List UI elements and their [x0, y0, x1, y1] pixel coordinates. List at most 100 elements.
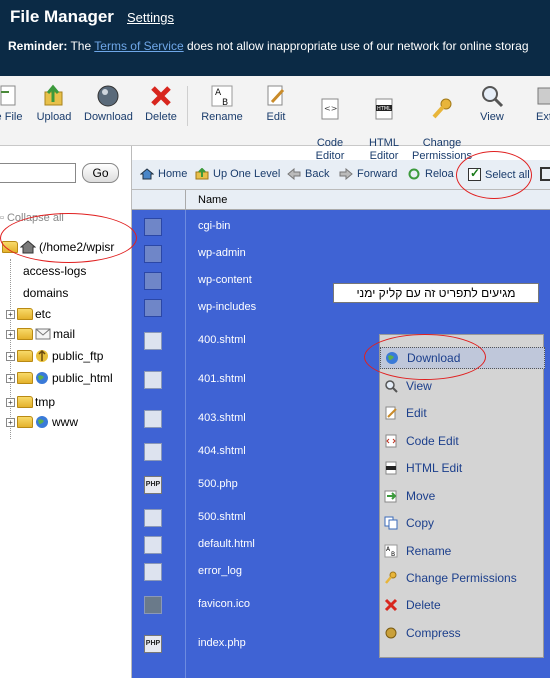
rename-button[interactable]: AB Rename [200, 84, 244, 124]
file-name: 401.shtml [198, 373, 246, 385]
menu-item-label: Move [406, 489, 436, 503]
unselect-all-button[interactable] [540, 167, 550, 181]
web-page-icon [144, 410, 162, 428]
expand-icon[interactable]: + [6, 329, 15, 339]
upload-icon [44, 84, 63, 106]
mail-icon [35, 328, 51, 340]
delete-button[interactable]: Delete [144, 84, 178, 124]
tree-item-etc[interactable]: + etc [6, 305, 51, 323]
menu-item-delete[interactable]: Delete [380, 594, 545, 616]
code-editor-icon: <> [321, 98, 339, 120]
toolbar-label: e File [0, 111, 23, 123]
up-one-level-label: Up One Level [213, 168, 281, 180]
web-page-icon [144, 509, 162, 527]
settings-link[interactable]: Settings [127, 10, 174, 25]
edit-icon [383, 405, 399, 421]
file-name: 403.shtml [198, 412, 246, 424]
menu-item-label: Delete [406, 598, 441, 612]
tree-item-access-logs[interactable]: access-logs [23, 262, 86, 280]
terms-of-service-link[interactable]: Terms of Service [94, 39, 183, 53]
tree-item-domains[interactable]: domains [23, 284, 68, 302]
php-file-icon: PHP [144, 476, 162, 494]
tree-item-public-html[interactable]: + public_html [6, 369, 113, 387]
file-name: cgi-bin [198, 220, 231, 232]
annotation-oval-download [364, 334, 486, 380]
tree-item-tmp[interactable]: + tmp [6, 393, 55, 411]
back-button[interactable]: Back [287, 168, 329, 180]
reload-label: Reloa [425, 168, 454, 180]
menu-item-compress[interactable]: Compress [380, 622, 545, 644]
svg-text:B: B [222, 98, 228, 108]
forward-arrow-icon [339, 168, 353, 180]
edit-button[interactable]: Edit [262, 84, 290, 124]
expand-icon[interactable]: + [6, 373, 15, 383]
reload-button[interactable]: Reloa [407, 168, 454, 180]
tree-item-label: tmp [35, 395, 56, 409]
app-header: File Manager Settings Reminder: The Term… [0, 0, 550, 76]
menu-item-label: Change Permissions [406, 571, 517, 585]
toolbar-label: Delete [145, 111, 177, 123]
name-column-header[interactable]: Name [198, 194, 227, 206]
change-permissions-button[interactable]: Change Permissions [412, 84, 472, 163]
up-one-level-button[interactable]: Up One Level [195, 168, 280, 180]
expand-icon[interactable]: + [6, 397, 15, 407]
tree-item-www[interactable]: + www [6, 413, 78, 431]
menu-item-label: Copy [406, 516, 435, 530]
key-icon [383, 570, 399, 586]
reminder-the: The [70, 39, 92, 53]
tree-item-label: access-logs [23, 264, 87, 278]
code-editor-button[interactable]: <> Code Editor [310, 84, 350, 163]
menu-item-label: Edit [406, 406, 427, 420]
html-edit-icon [383, 460, 399, 476]
reminder-text: does not allow inappropriate use of our … [186, 39, 529, 53]
ftp-icon [36, 349, 48, 362]
upload-button[interactable]: Upload [36, 84, 72, 124]
extract-button[interactable]: Ext [532, 84, 550, 124]
reminder-label: Reminder: [8, 39, 68, 53]
folder-icon [144, 245, 162, 263]
download-button[interactable]: Download [84, 84, 133, 124]
folder-icon [17, 308, 33, 320]
toolbar-label: Code Editor [315, 137, 345, 162]
tree-item-mail[interactable]: + mail [6, 325, 75, 343]
file-row[interactable]: cgi-bin [132, 216, 550, 238]
menu-item-code-edit[interactable]: Code Edit [380, 430, 545, 452]
rename-icon: AB [383, 543, 399, 559]
tree-item-public-ftp[interactable]: + public_ftp [6, 347, 103, 365]
menu-item-edit[interactable]: Edit [380, 402, 545, 424]
home-button[interactable]: Home [140, 168, 187, 180]
menu-item-change-permissions[interactable]: Change Permissions [380, 567, 545, 589]
svg-text:B: B [391, 551, 395, 558]
forward-button[interactable]: Forward [339, 168, 397, 180]
menu-item-html-edit[interactable]: HTML Edit [380, 457, 545, 479]
new-file-button[interactable]: e File [0, 84, 24, 124]
file-name: wp-admin [198, 247, 246, 259]
back-label: Back [305, 168, 330, 180]
expand-icon[interactable]: + [6, 309, 15, 319]
magnifier-icon [383, 378, 399, 394]
web-page-icon [144, 332, 162, 350]
menu-item-move[interactable]: Move [380, 485, 545, 507]
view-button[interactable]: View [478, 84, 506, 124]
edit-icon [267, 85, 285, 106]
annotation-oval-select-all [456, 151, 532, 199]
file-row[interactable]: wp-admin [132, 243, 550, 265]
svg-text:A: A [215, 88, 222, 98]
menu-item-copy[interactable]: Copy [380, 512, 545, 534]
go-button[interactable]: Go [82, 163, 119, 183]
download-icon [97, 85, 119, 107]
tree-item-label: public_ftp [52, 349, 104, 363]
expand-icon[interactable]: + [6, 417, 15, 427]
directory-path-input[interactable] [0, 163, 76, 183]
menu-item-rename[interactable]: A B Rename [380, 540, 545, 562]
delete-icon [151, 86, 171, 106]
icon-column-header [132, 190, 186, 210]
expand-icon[interactable]: + [6, 351, 15, 361]
tree-item-label: etc [35, 307, 52, 321]
html-editor-button[interactable]: HTML HTML Editor [364, 84, 404, 163]
annotation-oval-root [0, 213, 137, 263]
file-name: 500.php [198, 478, 238, 490]
menu-item-label: HTML Edit [406, 461, 463, 475]
web-page-icon [144, 536, 162, 554]
menu-item-label: View [406, 379, 432, 393]
